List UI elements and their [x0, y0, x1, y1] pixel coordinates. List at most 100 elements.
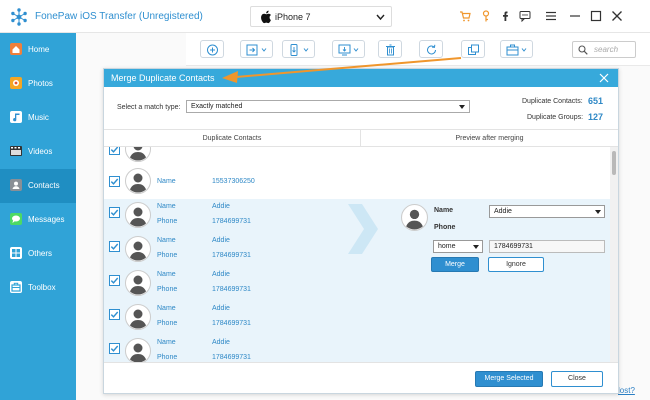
checkbox-checked-icon[interactable] — [109, 147, 120, 155]
sidebar-item-music[interactable]: Music — [0, 101, 76, 135]
preview-name-select[interactable]: Addie — [489, 205, 605, 218]
import-icon — [246, 44, 267, 56]
preview-phone-input[interactable]: 1784699731 — [489, 240, 605, 253]
add-icon — [207, 44, 218, 56]
feedback-icon[interactable] — [519, 10, 531, 22]
contact-phone-value: 1784699731 — [212, 218, 251, 225]
merge-button[interactable]: Merge — [431, 257, 479, 272]
music-icon — [10, 111, 22, 123]
deduplicate-button[interactable] — [461, 40, 485, 58]
sidebar-item-home[interactable]: Home — [0, 33, 76, 67]
sidebar-item-label: Videos — [28, 147, 53, 156]
contacts-icon — [10, 179, 22, 191]
apple-icon — [261, 10, 271, 24]
key-icon[interactable] — [480, 10, 492, 22]
dialog-header: Merge Duplicate Contacts — [104, 69, 618, 87]
contact-name-label: Name — [157, 203, 176, 210]
scrollbar-thumb[interactable] — [612, 151, 616, 175]
toolbox-icon — [10, 281, 22, 293]
sidebar-item-others[interactable]: Others — [0, 237, 76, 271]
close-button[interactable]: Close — [551, 371, 603, 387]
export-to-device-icon — [290, 44, 309, 56]
delete-button[interactable] — [378, 40, 402, 58]
import-button[interactable] — [240, 40, 273, 58]
add-button[interactable] — [200, 40, 224, 58]
sidebar-item-messages[interactable]: Messages — [0, 203, 76, 237]
device-selector[interactable]: iPhone 7 — [250, 6, 392, 27]
contact-phone-label: Phone — [157, 286, 178, 293]
checkbox-checked-icon[interactable] — [109, 343, 120, 354]
search-placeholder: search — [594, 45, 619, 54]
checkbox-checked-icon[interactable] — [109, 241, 120, 252]
dialog-close-icon[interactable] — [599, 73, 609, 83]
duplicate-groups-label: Duplicate Groups: — [527, 114, 584, 121]
merge-selected-button[interactable]: Merge Selected — [475, 371, 543, 387]
minimize-icon[interactable] — [569, 10, 581, 22]
cart-icon[interactable] — [459, 10, 471, 22]
export-to-pc-button[interactable] — [332, 40, 365, 58]
contact-name-value: Addie — [212, 237, 230, 244]
contact-phone-value: 15537306250 — [212, 178, 255, 185]
close-icon[interactable] — [611, 10, 623, 22]
contact-row: Name 15537306250 — [104, 165, 359, 199]
contact-phone-value: 1784699731 — [212, 252, 251, 259]
contact-avatar-icon — [125, 338, 151, 362]
checkbox-checked-icon[interactable] — [109, 176, 120, 187]
toolbox-button[interactable] — [500, 40, 533, 58]
contact-row: Name Addie Phone 1784699731 — [104, 301, 359, 335]
contact-row: Name Addie Phone 1784699731 — [104, 335, 359, 362]
lost-link[interactable]: lost? — [618, 386, 635, 395]
match-type-label: Select a match type: — [117, 104, 181, 111]
contact-avatar-icon — [125, 304, 151, 330]
contact-avatar-icon — [125, 168, 151, 194]
sidebar-item-label: Photos — [28, 79, 53, 88]
sidebar-item-contacts[interactable]: Contacts — [0, 169, 76, 203]
refresh-icon — [427, 44, 436, 55]
list-scrollbar[interactable] — [610, 147, 618, 362]
export-to-device-button[interactable] — [282, 40, 315, 58]
contact-name-label: Name — [157, 305, 176, 312]
contact-name-value: Addie — [212, 203, 230, 210]
checkbox-checked-icon[interactable] — [109, 309, 120, 320]
messages-icon — [10, 213, 22, 225]
preview-name-value: Addie — [494, 208, 512, 215]
contact-phone-label: Phone — [157, 252, 178, 259]
contact-name-value: Addie — [212, 271, 230, 278]
ignore-button[interactable]: Ignore — [488, 257, 544, 272]
dialog-title: Merge Duplicate Contacts — [111, 73, 215, 83]
home-icon — [10, 43, 22, 55]
contact-phone-value: 1784699731 — [212, 286, 251, 293]
column-header-duplicates: Duplicate Contacts — [104, 129, 361, 147]
device-name: iPhone 7 — [275, 12, 311, 22]
videos-icon — [10, 146, 22, 156]
menu-icon[interactable] — [545, 10, 557, 22]
contact-name-label: Name — [157, 339, 176, 346]
contact-name-value: Addie — [212, 305, 230, 312]
toolbox-icon — [506, 44, 527, 56]
contact-phone-label: Phone — [157, 354, 178, 361]
contact-phone-label: Phone — [157, 218, 178, 225]
fonepaw-logo-icon — [11, 8, 27, 26]
checkbox-checked-icon[interactable] — [109, 275, 120, 286]
facebook-icon[interactable] — [500, 10, 512, 22]
column-header-label: Preview after merging — [455, 135, 524, 142]
sidebar-item-photos[interactable]: Photos — [0, 67, 76, 101]
match-type-select[interactable]: Exactly matched — [186, 100, 470, 113]
contact-phone-label: Phone — [157, 320, 178, 327]
contact-row — [104, 147, 359, 167]
sidebar-item-label: Others — [28, 249, 53, 258]
preview-phone-type-select[interactable]: home — [433, 240, 483, 253]
column-header-label: Duplicate Contacts — [202, 135, 262, 142]
preview-phone-label: Phone — [434, 224, 456, 231]
contact-name-label: Name — [157, 271, 176, 278]
sidebar-item-label: Contacts — [28, 181, 60, 190]
export-to-pc-icon — [338, 44, 359, 56]
sidebar-item-toolbox[interactable]: Toolbox — [0, 271, 76, 305]
search-input[interactable]: search — [572, 41, 636, 58]
refresh-button[interactable] — [419, 40, 443, 58]
checkbox-checked-icon[interactable] — [109, 207, 120, 218]
sidebar-item-videos[interactable]: Videos — [0, 135, 76, 169]
contact-avatar-icon — [125, 147, 151, 162]
sidebar-item-label: Music — [28, 113, 49, 122]
maximize-icon[interactable] — [590, 10, 602, 22]
